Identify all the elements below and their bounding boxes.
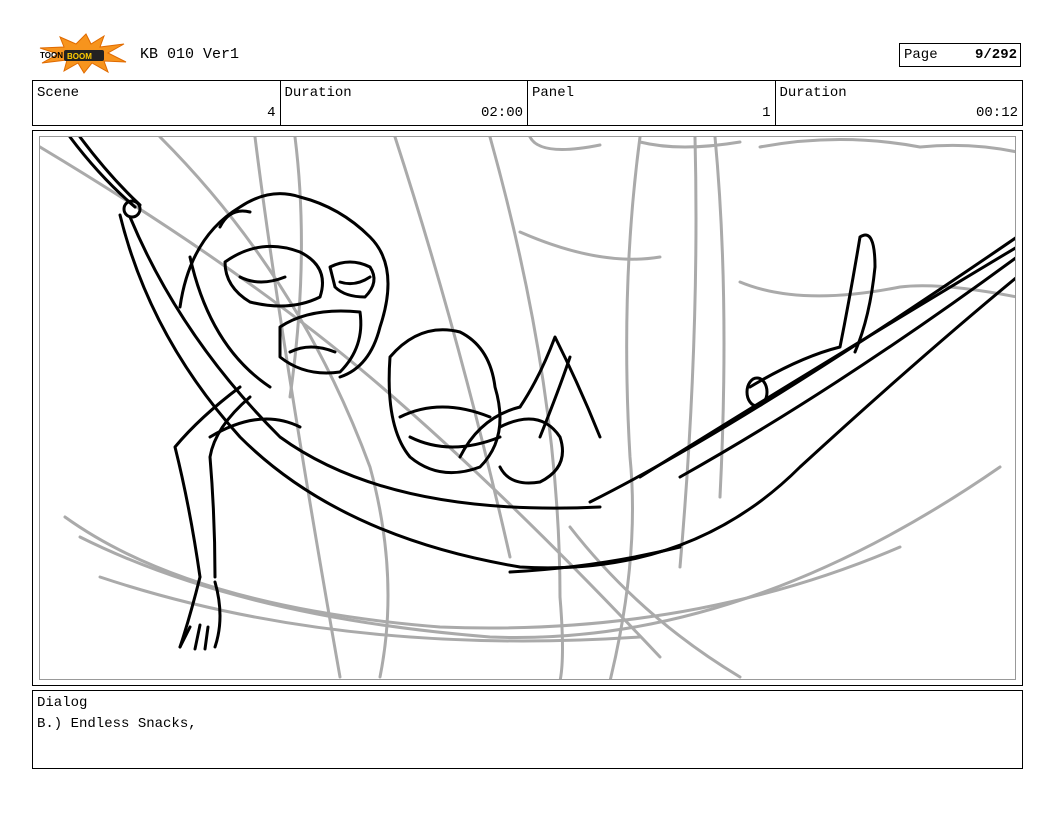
background-roughs [40,137,1015,679]
dialog-label: Dialog [37,695,88,711]
scene-duration-cell: Duration 02:00 [281,81,528,125]
panel-duration-cell: Duration 00:12 [776,81,1023,125]
scene-cell: Scene 4 [33,81,281,125]
scene-duration-label: Duration [284,85,352,101]
svg-text:TOON: TOON [40,51,63,60]
svg-text:BOOM: BOOM [67,52,92,61]
panel-value: 1 [762,105,771,121]
scene-value: 4 [267,105,276,121]
panel-duration-label: Duration [779,85,847,101]
page-indicator: Page 9/292 [899,43,1021,67]
panel-duration-value: 00:12 [975,105,1018,121]
panel-cell: Panel 1 [528,81,776,125]
dialog-text: B.) Endless Snacks, [37,716,197,732]
panel-label: Panel [532,85,575,101]
page-label: Page [904,47,938,63]
dialog-box: Dialog B.) Endless Snacks, [32,690,1023,769]
hammock-and-character [68,137,1015,651]
panel-info-bar: Scene 4 Duration 02:00 Panel 1 Duration … [32,80,1023,126]
toonboom-logo: TOON BOOM [34,32,130,74]
scene-label: Scene [37,85,80,101]
storyboard-panel [32,130,1023,686]
page-number: 9/292 [974,47,1017,63]
project-title: KB 010 Ver1 [140,46,240,63]
sketch-area [39,136,1016,680]
storyboard-sketch [40,137,1015,679]
scene-duration-value: 02:00 [480,105,523,121]
